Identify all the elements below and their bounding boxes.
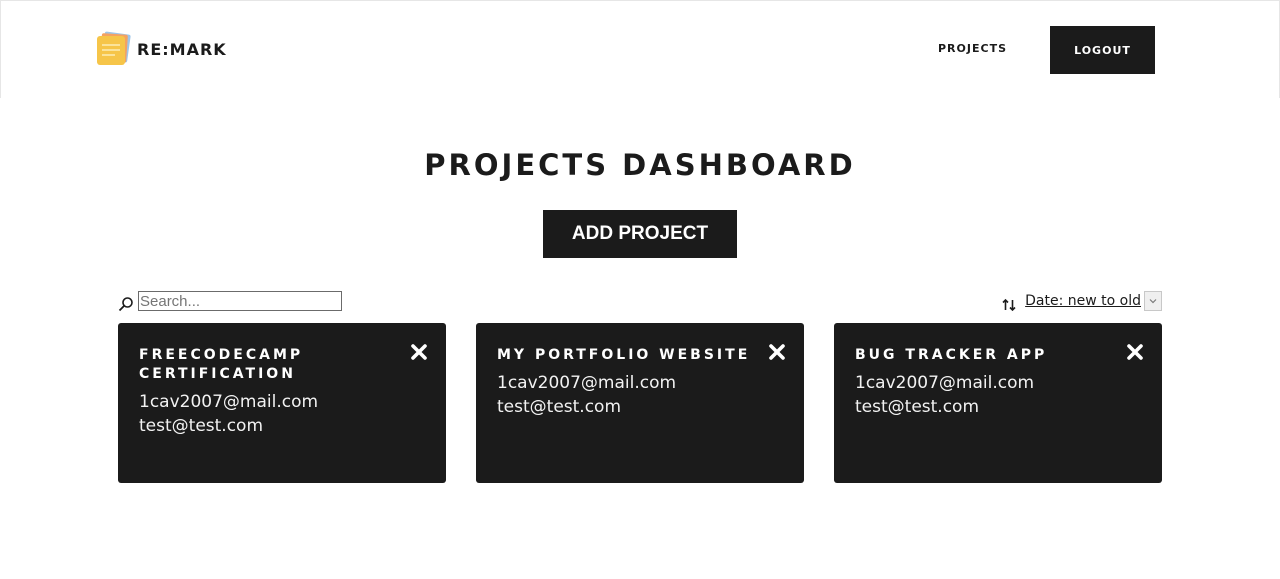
search-icon — [118, 297, 133, 312]
brand-name: RE:MARK — [137, 39, 227, 59]
add-project-button[interactable]: ADD PROJECT — [543, 210, 737, 258]
close-icon[interactable] — [1126, 343, 1144, 361]
project-member: 1cav2007@mail.com — [497, 373, 677, 393]
top-navbar: RE:MARK PROJECTS LOGOUT — [0, 0, 1280, 98]
sort-icon — [1002, 298, 1016, 312]
project-title: BUG TRACKER APP — [855, 347, 1048, 363]
sticky-notes-logo-icon — [97, 31, 131, 65]
chevron-down-icon[interactable] — [1144, 291, 1162, 311]
close-icon[interactable] — [768, 343, 786, 361]
logout-button[interactable]: LOGOUT — [1050, 26, 1155, 74]
project-member: 1cav2007@mail.com — [139, 392, 319, 412]
project-members: 1cav2007@mail.com test@test.com — [497, 372, 676, 419]
project-members: 1cav2007@mail.com test@test.com — [855, 372, 1034, 419]
project-title: FREECODECAMP CERTIFICATION — [139, 347, 304, 382]
project-title: MY PORTFOLIO WEBSITE — [497, 347, 751, 363]
sort-control: Date: new to old — [1001, 289, 1162, 313]
page-title: PROJECTS DASHBOARD — [424, 148, 856, 182]
search-input[interactable] — [138, 291, 342, 311]
close-icon[interactable] — [410, 343, 428, 361]
nav-link-projects[interactable]: PROJECTS — [938, 42, 1007, 55]
project-card[interactable]: BUG TRACKER APP 1cav2007@mail.com test@t… — [834, 323, 1162, 483]
project-member: test@test.com — [139, 415, 264, 436]
project-member: test@test.com — [497, 396, 622, 417]
project-member: 1cav2007@mail.com — [855, 373, 1035, 393]
brand[interactable]: RE:MARK — [95, 31, 227, 67]
project-members: 1cav2007@mail.com test@test.com — [139, 391, 318, 438]
sort-select[interactable]: Date: new to old — [1025, 291, 1162, 311]
project-card[interactable]: FREECODECAMP CERTIFICATION 1cav2007@mail… — [118, 323, 446, 483]
sort-selected-value: Date: new to old — [1025, 293, 1141, 309]
project-card[interactable]: MY PORTFOLIO WEBSITE 1cav2007@mail.com t… — [476, 323, 804, 483]
project-member: test@test.com — [855, 396, 980, 417]
search-bar — [118, 290, 342, 312]
